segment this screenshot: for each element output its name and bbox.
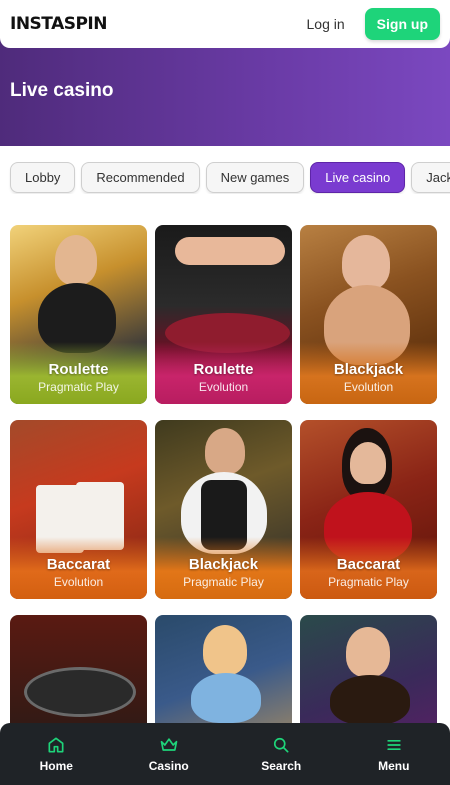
tab-new-games[interactable]: New games [205, 162, 305, 193]
nav-search[interactable]: Search [241, 735, 321, 773]
login-link[interactable]: Log in [307, 16, 345, 32]
nav-home[interactable]: Home [16, 735, 96, 773]
search-icon [274, 737, 289, 753]
game-title: Blackjack [333, 361, 404, 378]
nav-label: Casino [148, 759, 189, 773]
nav-label: Search [261, 759, 302, 773]
menu-icon [387, 740, 401, 750]
dealer-figure [191, 673, 261, 723]
game-provider: Evolution [198, 380, 249, 394]
tab-jackpots[interactable]: Jackpots [411, 162, 450, 193]
game-title: Blackjack [188, 556, 259, 573]
signup-button[interactable]: Sign up [364, 8, 440, 40]
page-title: Live casino [10, 80, 114, 101]
game-provider: Pragmatic Play [328, 575, 409, 589]
game-provider: Pragmatic Play [183, 575, 264, 589]
game-title: Baccarat [46, 556, 111, 573]
home-icon [48, 737, 64, 753]
game-provider: Evolution [343, 380, 394, 394]
game-card[interactable]: Roulette Evolution [155, 225, 292, 404]
game-card[interactable]: Blackjack Evolution [300, 225, 437, 404]
game-card[interactable]: Baccarat Evolution [10, 420, 147, 599]
game-title: Roulette [48, 361, 109, 378]
nav-label: Menu [378, 759, 410, 773]
crown-icon [160, 738, 178, 751]
game-card[interactable]: Roulette Pragmatic Play [10, 225, 147, 404]
category-tabs: Lobby Recommended New games Live casino Jack… [0, 162, 450, 194]
nav-label: Home [39, 759, 73, 773]
dealer-figure [205, 428, 245, 474]
dealer-figure [203, 625, 247, 675]
tab-recommended[interactable]: Recommended [81, 162, 200, 193]
dealer-figure [342, 235, 390, 290]
game-card[interactable]: Blackjack Pragmatic Play [155, 420, 292, 599]
dealer-figure [55, 235, 97, 285]
game-provider: Pragmatic Play [38, 380, 119, 394]
tab-live-casino[interactable]: Live casino [310, 162, 406, 193]
dealer-figure [350, 442, 386, 484]
bottom-nav: Home Casino Search Menu [0, 723, 450, 785]
game-card[interactable]: Baccarat Pragmatic Play [300, 420, 437, 599]
game-title: Baccarat [336, 556, 401, 573]
dealer-figure [346, 627, 390, 677]
nav-casino[interactable]: Casino [129, 735, 209, 773]
page: Live casino INSTASPIN Log in Sign up Lob… [0, 0, 450, 785]
hand-figure [175, 237, 285, 265]
roulette-wheel [24, 667, 136, 717]
game-provider: Evolution [53, 575, 104, 589]
game-title: Roulette [193, 361, 254, 378]
dealer-figure [330, 675, 410, 725]
tab-lobby[interactable]: Lobby [10, 162, 76, 193]
logo[interactable]: INSTASPIN [10, 14, 307, 34]
header: INSTASPIN Log in Sign up [0, 0, 450, 48]
nav-menu[interactable]: Menu [354, 735, 434, 773]
